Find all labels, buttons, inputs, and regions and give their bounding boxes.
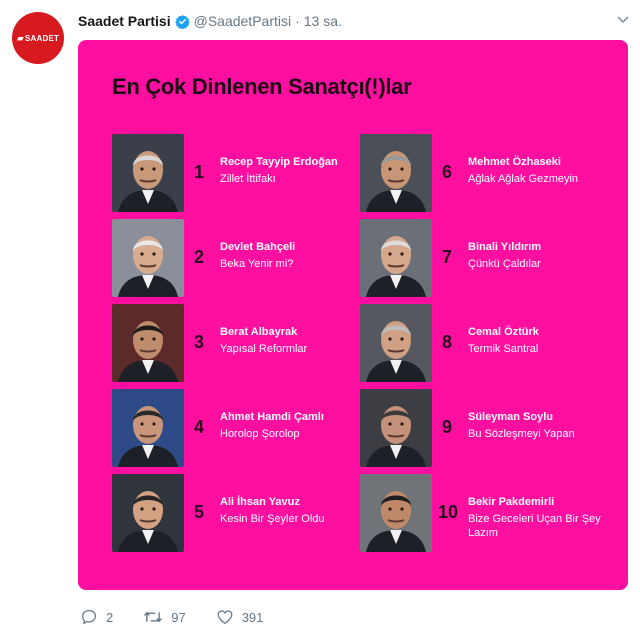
- tweet-time[interactable]: 13 sa.: [304, 13, 342, 29]
- chevron-down-icon[interactable]: [616, 12, 630, 30]
- artist-rank: 10: [438, 502, 459, 522]
- artist-name: Binali Yıldırım: [468, 241, 542, 253]
- artist-photo: [360, 219, 432, 297]
- artist-entry: 6 Mehmet Özhaseki Ağlak Ağlak Gezmeyin: [360, 134, 620, 212]
- artist-name: Recep Tayyip Erdoğan: [220, 156, 338, 168]
- retweet-button[interactable]: 97: [143, 608, 186, 626]
- song-title: Çünkü Çaldılar: [468, 258, 541, 270]
- song-title: Kesin Bir Şeyler Oldu: [220, 513, 325, 525]
- like-button[interactable]: 391: [216, 608, 264, 626]
- retweet-count: 97: [171, 609, 186, 625]
- artist-entry: 1 Recep Tayyip Erdoğan Zillet İttifakı: [112, 134, 372, 212]
- artist-entry: 5 Ali İhsan Yavuz Kesin Bir Şeyler Oldu: [112, 474, 372, 552]
- song-title: Termik Santral: [468, 343, 539, 355]
- artist-photo: [112, 134, 184, 212]
- song-title: Beka Yenir mi?: [220, 258, 294, 270]
- media-card[interactable]: En Çok Dinlenen Sanatçı(!)lar 1 Recep Tay…: [78, 40, 628, 590]
- retweet-icon: [144, 611, 163, 623]
- artist-rank: 2: [194, 247, 205, 267]
- artist-entry: 8 Cemal Öztürk Termik Santral: [360, 304, 620, 382]
- artist-rank: 9: [442, 417, 453, 437]
- reply-count: 2: [106, 609, 114, 625]
- artist-rank: 4: [194, 417, 205, 437]
- like-count: 391: [241, 609, 264, 625]
- artist-photo: [112, 219, 184, 297]
- party-logo-icon: ▰: [16, 32, 25, 43]
- artist-rank: 8: [442, 332, 453, 352]
- card-title: En Çok Dinlenen Sanatçı(!)lar: [112, 74, 412, 99]
- artist-rank: 7: [442, 247, 453, 267]
- song-title: Yapısal Reformlar: [220, 343, 308, 355]
- avatar-text: SAADET: [25, 33, 60, 43]
- artist-photo: [360, 134, 432, 212]
- artist-photo: [112, 389, 184, 467]
- artist-name: Ali İhsan Yavuz: [220, 496, 300, 508]
- reply-button[interactable]: 2: [80, 608, 113, 626]
- artist-photo: [360, 304, 432, 382]
- artist-photo: [360, 474, 432, 552]
- artist-name: Devlet Bahçeli: [220, 241, 296, 253]
- artist-photo: [112, 304, 184, 382]
- artist-name: Bekir Pakdemirli: [468, 496, 555, 508]
- author-handle[interactable]: @SaadetPartisi: [194, 13, 291, 29]
- artist-name: Cemal Öztürk: [468, 326, 539, 338]
- artist-rank: 1: [194, 162, 205, 182]
- artist-rank: 5: [194, 502, 205, 522]
- artist-name: Berat Albayrak: [220, 326, 298, 338]
- artist-rank: 3: [194, 332, 205, 352]
- artist-photo: [112, 474, 184, 552]
- song-title: Bu Sözleşmeyi Yapan: [468, 428, 575, 440]
- heart-icon: [217, 610, 233, 625]
- verified-badge-icon: [174, 14, 190, 29]
- tweet-actions: 2 97 391: [80, 606, 293, 628]
- header-separator: ·: [295, 13, 300, 29]
- author-name[interactable]: Saadet Partisi: [78, 13, 171, 29]
- reply-icon: [81, 609, 97, 625]
- tweet-header: Saadet Partisi @SaadetPartisi · 13 sa.: [78, 10, 620, 32]
- artist-entry: 4 Ahmet Hamdi Çamlı Horolop Şorolop: [112, 389, 372, 467]
- artist-name: Ahmet Hamdi Çamlı: [220, 411, 324, 423]
- song-title: Zillet İttifakı: [220, 173, 276, 185]
- artist-entry: 7 Binali Yıldırım Çünkü Çaldılar: [360, 219, 620, 297]
- artist-entry: 9 Süleyman Soylu Bu Sözleşmeyi Yapan: [360, 389, 620, 467]
- artist-entry: 2 Devlet Bahçeli Beka Yenir mi?: [112, 219, 372, 297]
- artist-photo: [360, 389, 432, 467]
- artist-name: Mehmet Özhaseki: [468, 156, 561, 168]
- song-title: Horolop Şorolop: [220, 428, 300, 440]
- artist-entry: 10 Bekir Pakdemirli Bize Geceleri Uçan Bir…: [360, 474, 620, 552]
- song-title: Bize Geceleri Uçan Bir Şey Lazım: [468, 513, 601, 539]
- song-title: Ağlak Ağlak Gezmeyin: [468, 173, 579, 185]
- avatar[interactable]: ▰ SAADET: [12, 12, 64, 64]
- artist-rank: 6: [442, 162, 453, 182]
- artist-entry: 3 Berat Albayrak Yapısal Reformlar: [112, 304, 372, 382]
- artist-name: Süleyman Soylu: [468, 411, 553, 423]
